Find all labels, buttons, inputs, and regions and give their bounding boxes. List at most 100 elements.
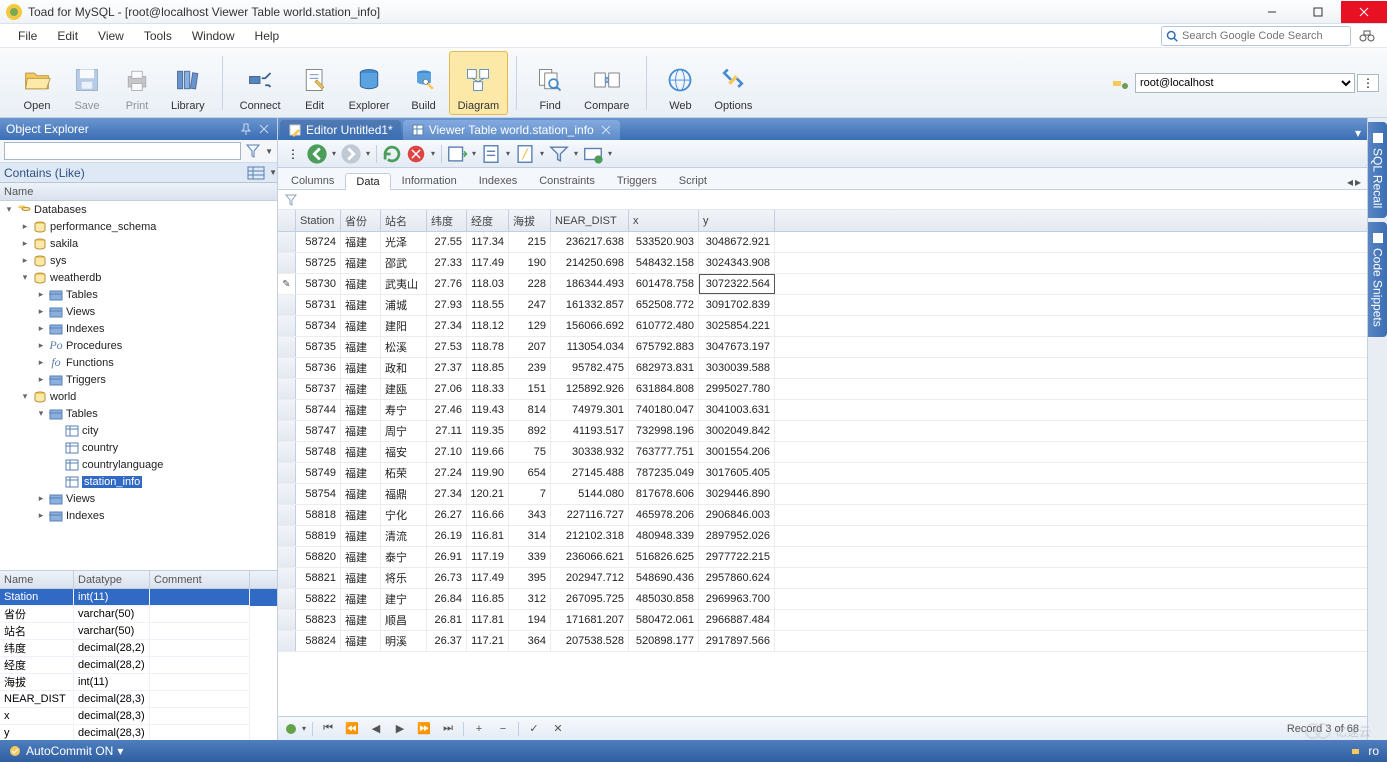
- table-row[interactable]: 58737福建建瓯27.06118.33151125892.926631884.…: [278, 379, 1367, 400]
- connect-button[interactable]: Connect: [231, 51, 290, 115]
- build-button[interactable]: Build: [399, 51, 449, 115]
- tab-columns[interactable]: Columns: [280, 172, 345, 189]
- table-row[interactable]: 58735福建松溪27.53118.78207113054.034675792.…: [278, 337, 1367, 358]
- expander-icon[interactable]: ▸: [36, 357, 46, 368]
- column-row[interactable]: 经度decimal(28,2): [0, 657, 277, 674]
- search-box[interactable]: [1161, 26, 1351, 46]
- expander-icon[interactable]: ▾: [4, 204, 14, 215]
- close-button[interactable]: [1341, 1, 1387, 23]
- tab-data[interactable]: Data: [345, 173, 390, 190]
- tree-node[interactable]: ▾world: [0, 388, 277, 405]
- filter-type-row[interactable]: Contains (Like) ▼: [0, 163, 277, 183]
- print-button[interactable]: Print: [112, 51, 162, 115]
- tree-node[interactable]: ▸foFunctions: [0, 354, 277, 371]
- col-header[interactable]: 海拔: [509, 210, 551, 231]
- nav-next-button[interactable]: ▶: [391, 720, 409, 738]
- nav-nextpage-button[interactable]: ⏩: [415, 720, 433, 738]
- tree-name-header[interactable]: Name: [0, 183, 277, 201]
- explorer-button[interactable]: Explorer: [340, 51, 399, 115]
- connection-ellipsis[interactable]: ⋮: [1357, 74, 1379, 92]
- tree-node[interactable]: ▸Views: [0, 490, 277, 507]
- table-row[interactable]: 58749福建柘荣27.24119.9065427145.488787235.0…: [278, 463, 1367, 484]
- maximize-button[interactable]: [1295, 1, 1341, 23]
- menu-edit[interactable]: Edit: [47, 27, 88, 45]
- table-row[interactable]: 58821福建将乐26.73117.49395202947.712548690.…: [278, 568, 1367, 589]
- tree-node[interactable]: countrylanguage: [0, 456, 277, 473]
- expander-icon[interactable]: ▸: [36, 323, 46, 334]
- expander-icon[interactable]: ▸: [36, 493, 46, 504]
- expander-icon[interactable]: ▸: [36, 510, 46, 521]
- column-row[interactable]: 站名varchar(50): [0, 623, 277, 640]
- table-row[interactable]: 58731福建浦城27.93118.55247161332.857652508.…: [278, 295, 1367, 316]
- rollback-button[interactable]: ✕: [549, 720, 567, 738]
- col-hdr-name[interactable]: Name: [0, 571, 74, 588]
- column-row[interactable]: NEAR_DISTdecimal(28,3): [0, 691, 277, 708]
- table-row[interactable]: 58822福建建宁26.84116.85312267095.725485030.…: [278, 589, 1367, 610]
- table-row[interactable]: 58819福建清流26.19116.81314212102.318480948.…: [278, 526, 1367, 547]
- library-button[interactable]: Library: [162, 51, 214, 115]
- cancel-dropdown[interactable]: ▾: [429, 149, 437, 158]
- nav-back-button[interactable]: [306, 143, 328, 165]
- tree-node[interactable]: ▸PoProcedures: [0, 337, 277, 354]
- cancel-button[interactable]: [405, 143, 427, 165]
- tree-node[interactable]: station_info: [0, 473, 277, 490]
- close-panel-icon[interactable]: [257, 122, 271, 136]
- table-row[interactable]: 58736福建政和27.37118.8523995782.475682973.8…: [278, 358, 1367, 379]
- nav-fwd-button[interactable]: [340, 143, 362, 165]
- binoculars-icon[interactable]: [1359, 28, 1375, 44]
- menu-file[interactable]: File: [8, 27, 47, 45]
- edit-button[interactable]: Edit: [290, 51, 340, 115]
- pin-icon[interactable]: [239, 122, 253, 136]
- col-hdr-comment[interactable]: Comment: [150, 571, 250, 588]
- col-header[interactable]: 省份: [341, 210, 381, 231]
- tree-node[interactable]: ▸Indexes: [0, 507, 277, 524]
- column-row[interactable]: xdecimal(28,3): [0, 708, 277, 725]
- tree-node[interactable]: ▸performance_schema: [0, 218, 277, 235]
- funnel-icon[interactable]: [245, 143, 261, 159]
- col-header[interactable]: x: [629, 210, 699, 231]
- expander-icon[interactable]: ▸: [20, 238, 30, 249]
- menu-view[interactable]: View: [88, 27, 134, 45]
- column-row[interactable]: 海拔int(11): [0, 674, 277, 691]
- table-row[interactable]: 58818福建宁化26.27116.66343227116.727465978.…: [278, 505, 1367, 526]
- table-row[interactable]: 58754福建福鼎27.34120.2175144.080817678.6063…: [278, 484, 1367, 505]
- col-header[interactable]: 站名: [381, 210, 427, 231]
- table-row[interactable]: 58744福建寿宁27.46119.4381474979.301740180.0…: [278, 400, 1367, 421]
- table-row[interactable]: 58823福建顺昌26.81117.81194171681.207580472.…: [278, 610, 1367, 631]
- expander-icon[interactable]: ▸: [36, 289, 46, 300]
- side-tab-sql-recall[interactable]: SQL Recall: [1368, 122, 1387, 218]
- remove-row-button[interactable]: −: [494, 720, 512, 738]
- filter-button[interactable]: [548, 143, 570, 165]
- open-button[interactable]: Open: [12, 51, 62, 115]
- table-row[interactable]: 58730福建武夷山27.76118.03228186344.493601478…: [278, 274, 1367, 295]
- table-row[interactable]: 58748福建福安27.10119.667530338.932763777.75…: [278, 442, 1367, 463]
- tab-script[interactable]: Script: [668, 172, 718, 189]
- web-button[interactable]: Web: [655, 51, 705, 115]
- tree-node[interactable]: ▾weatherdb: [0, 269, 277, 286]
- tree-node[interactable]: ▸sakila: [0, 235, 277, 252]
- viewer-tab[interactable]: Viewer Table world.station_info: [403, 120, 620, 140]
- tab-triggers[interactable]: Triggers: [606, 172, 668, 189]
- tab-constraints[interactable]: Constraints: [528, 172, 606, 189]
- tree-node[interactable]: ▸Views: [0, 303, 277, 320]
- column-row[interactable]: 纬度decimal(28,2): [0, 640, 277, 657]
- tree-node[interactable]: ▾Databases: [0, 201, 277, 218]
- autocommit-dropdown-icon[interactable]: ▾: [117, 744, 123, 758]
- expander-icon[interactable]: ▸: [36, 306, 46, 317]
- tab-information[interactable]: Information: [391, 172, 468, 189]
- nav-first-button[interactable]: ⏮: [319, 720, 337, 738]
- col-header[interactable]: y: [699, 210, 775, 231]
- tree-node[interactable]: ▸Indexes: [0, 320, 277, 337]
- compare-button[interactable]: Compare: [575, 51, 638, 115]
- search-input[interactable]: [1182, 30, 1346, 42]
- nav-back-dropdown[interactable]: ▾: [330, 149, 338, 158]
- tree-node[interactable]: ▾Tables: [0, 405, 277, 422]
- col-header[interactable]: 纬度: [427, 210, 467, 231]
- expander-icon[interactable]: ▸: [36, 374, 46, 385]
- script-button[interactable]: [514, 143, 536, 165]
- col-header[interactable]: NEAR_DIST: [551, 210, 629, 231]
- menu-window[interactable]: Window: [182, 27, 245, 45]
- tree-node[interactable]: ▸Triggers: [0, 371, 277, 388]
- table-row[interactable]: 58747福建周宁27.11119.3589241193.517732998.1…: [278, 421, 1367, 442]
- nav-last-button[interactable]: ⏭: [439, 720, 457, 738]
